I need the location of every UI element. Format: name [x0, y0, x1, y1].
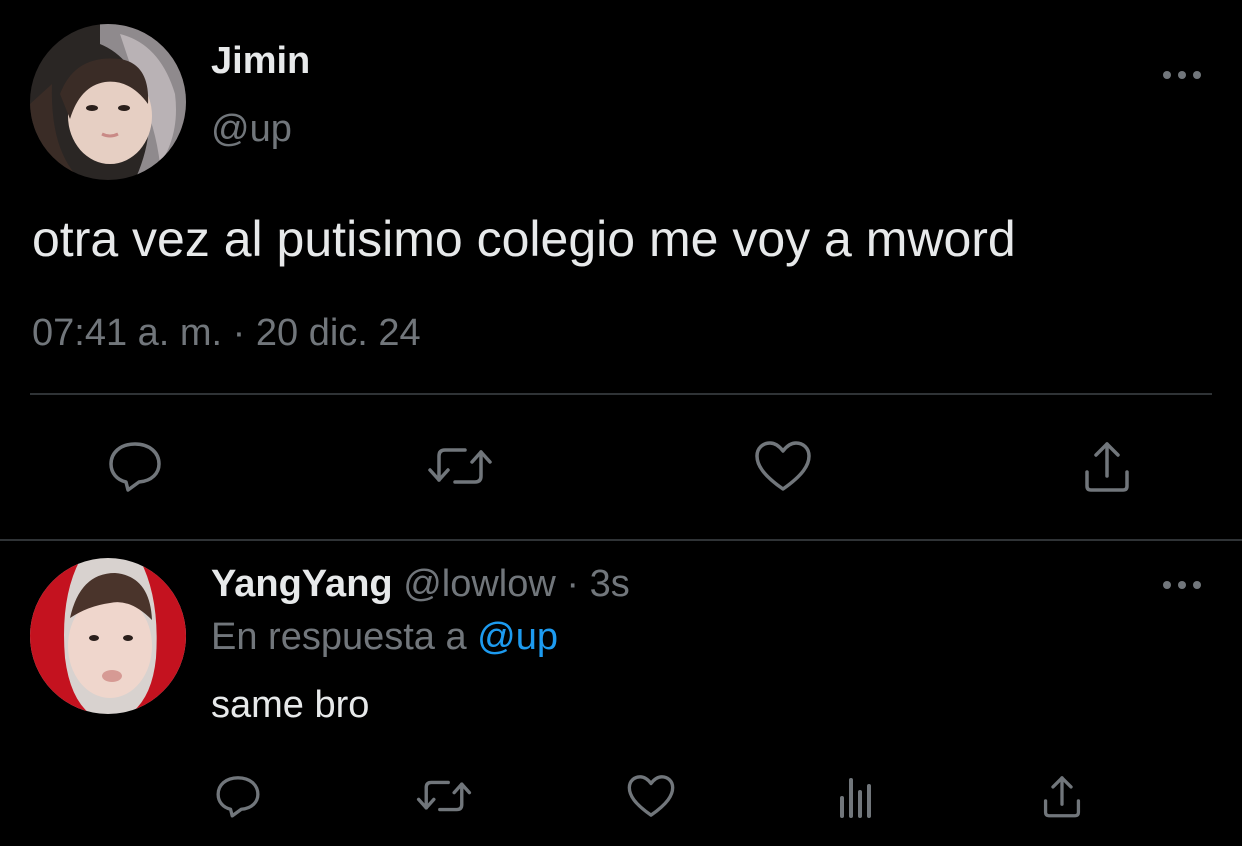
in-reply-to-mention[interactable]: @up [477, 616, 558, 658]
reply-text: same bro [211, 684, 370, 726]
tweet-action-bar [0, 436, 1242, 496]
like-icon [755, 441, 811, 491]
reply-analytics-button[interactable] [830, 770, 882, 822]
tweet-text: otra vez al putisimo colegio me voy a mw… [32, 211, 1016, 267]
avatar-photo-yangyang [30, 558, 186, 714]
reply-icon [109, 442, 161, 492]
in-reply-to: En respuesta a @up [211, 616, 558, 659]
share-icon [1085, 442, 1129, 492]
author-handle[interactable]: @up [211, 108, 292, 151]
retweet-icon [428, 448, 492, 484]
reply-avatar[interactable] [30, 558, 186, 714]
like-button[interactable] [750, 436, 816, 496]
reply-author-handle[interactable]: @lowlow [403, 563, 556, 605]
more-options-button[interactable] [1158, 60, 1206, 90]
more-horizontal-icon [1163, 581, 1201, 589]
avatar[interactable] [30, 24, 186, 180]
reply-retweet-button[interactable] [412, 770, 476, 822]
avatar-photo-jimin [30, 24, 186, 180]
retweet-button[interactable] [422, 436, 498, 496]
analytics-icon [840, 778, 871, 818]
reply-icon [216, 776, 260, 818]
reply-button[interactable] [100, 436, 170, 496]
section-divider [0, 539, 1242, 541]
reply-action-bar [0, 770, 1242, 822]
share-button[interactable] [1076, 436, 1138, 496]
retweet-icon [416, 780, 472, 812]
reply-share-button[interactable] [1036, 770, 1088, 822]
like-icon [627, 775, 675, 817]
tweet-timestamp[interactable]: 07:41 a. m. · 20 dic. 24 [32, 312, 421, 355]
share-icon [1043, 776, 1081, 818]
divider [30, 393, 1212, 395]
more-horizontal-icon [1163, 71, 1201, 79]
reply-separator: · [566, 563, 580, 605]
author-name[interactable]: Jimin [211, 40, 310, 83]
reply-reply-button[interactable] [212, 770, 264, 822]
reply-like-button[interactable] [624, 770, 678, 822]
reply-author-name[interactable]: YangYang [211, 563, 393, 605]
tweet-detail-screen: Jimin @up otra vez al putisimo colegio m… [0, 0, 1242, 846]
reply-time[interactable]: 3s [590, 563, 630, 605]
reply-header: YangYang @lowlow · 3s [211, 563, 630, 606]
in-reply-to-label: En respuesta a [211, 616, 467, 658]
reply-more-options-button[interactable] [1158, 570, 1206, 600]
